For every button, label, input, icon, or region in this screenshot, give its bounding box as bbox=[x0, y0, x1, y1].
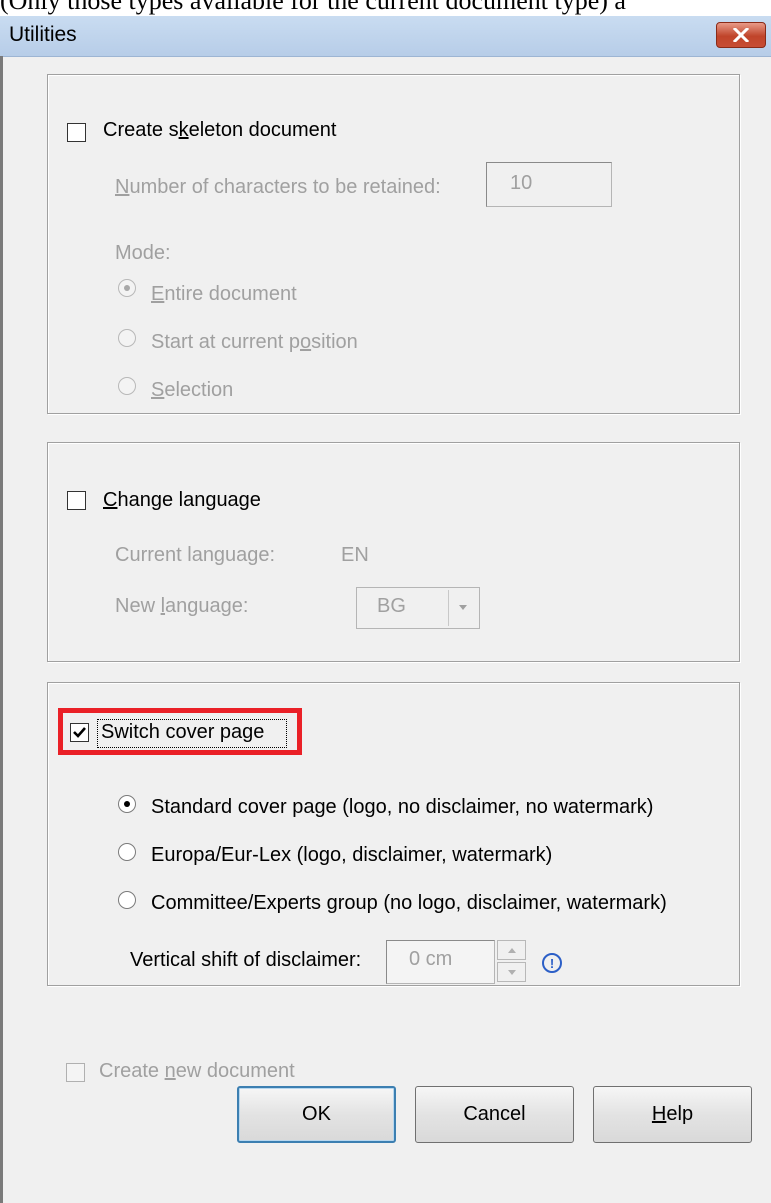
chars-retained-label: Number of characters to be retained: bbox=[115, 176, 441, 198]
current-language-label: Current language: bbox=[115, 544, 276, 566]
chars-retained-input[interactable]: 10 bbox=[486, 162, 612, 207]
radio-selection[interactable] bbox=[118, 377, 136, 395]
new-language-value: BG bbox=[377, 595, 406, 617]
dropdown-arrow[interactable] bbox=[448, 590, 477, 626]
standard-cover-label: Standard cover page (logo, no disclaimer… bbox=[151, 796, 654, 818]
close-button[interactable] bbox=[716, 22, 766, 48]
radio-committee-experts[interactable] bbox=[118, 891, 136, 909]
create-new-document-checkbox[interactable] bbox=[66, 1063, 85, 1082]
vertical-shift-input[interactable]: 0 cm bbox=[386, 940, 495, 984]
committee-experts-label: Committee/Experts group (no logo, discla… bbox=[151, 892, 667, 914]
create-skeleton-checkbox[interactable] bbox=[67, 123, 86, 142]
chevron-down-icon bbox=[507, 969, 516, 975]
create-skeleton-label[interactable]: Create skeleton document bbox=[103, 119, 336, 142]
chevron-up-icon bbox=[507, 947, 516, 953]
help-button[interactable]: Help bbox=[593, 1086, 752, 1143]
switch-cover-page-label[interactable]: Switch cover page bbox=[101, 721, 264, 744]
current-language-value: EN bbox=[341, 544, 369, 566]
vertical-shift-value: 0 cm bbox=[409, 948, 453, 970]
start-current-position-label: Start at current position bbox=[151, 331, 358, 353]
spin-up-button[interactable] bbox=[497, 940, 526, 960]
chevron-down-icon bbox=[459, 605, 467, 610]
europa-eurlex-label: Europa/Eur-Lex (logo, disclaimer, waterm… bbox=[151, 844, 553, 866]
change-language-label[interactable]: Change language bbox=[103, 489, 261, 512]
radio-start-current-position[interactable] bbox=[118, 329, 136, 347]
info-icon[interactable]: ! bbox=[542, 953, 562, 973]
radio-europa-eurlex[interactable] bbox=[118, 843, 136, 861]
new-language-label: New language: bbox=[115, 595, 249, 617]
radio-entire-document[interactable] bbox=[118, 279, 136, 297]
cancel-button[interactable]: Cancel bbox=[415, 1086, 574, 1143]
selection-label: Selection bbox=[151, 379, 234, 401]
radio-standard-cover[interactable] bbox=[118, 795, 136, 813]
ok-button[interactable]: OK bbox=[237, 1086, 396, 1143]
window-title: Utilities bbox=[9, 23, 77, 46]
background-document-text: (Only those types available for the curr… bbox=[0, 0, 626, 15]
create-new-document-label: Create new document bbox=[99, 1060, 295, 1082]
title-bar[interactable]: Utilities bbox=[0, 16, 771, 57]
checkmark-icon bbox=[73, 727, 86, 738]
new-language-select[interactable]: BG bbox=[356, 587, 480, 629]
spin-down-button[interactable] bbox=[497, 962, 526, 982]
entire-document-label: Entire document bbox=[151, 283, 297, 305]
change-language-checkbox[interactable] bbox=[67, 491, 86, 510]
vertical-shift-label: Vertical shift of disclaimer: bbox=[130, 949, 362, 971]
mode-label: Mode: bbox=[115, 242, 171, 264]
switch-cover-page-checkbox[interactable] bbox=[70, 723, 89, 742]
window-border bbox=[0, 56, 3, 1203]
close-icon bbox=[733, 28, 749, 42]
